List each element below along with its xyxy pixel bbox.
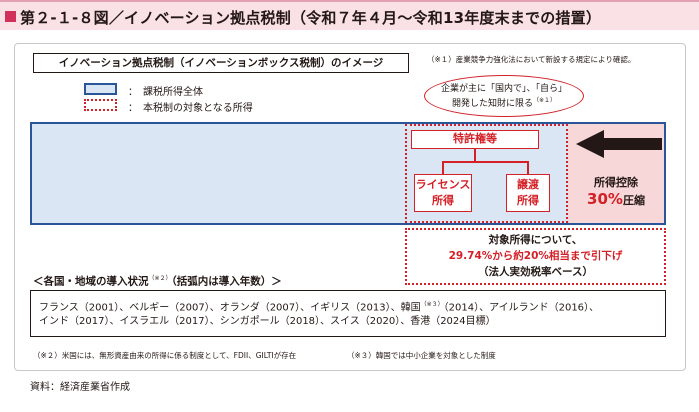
result-box: 対象所得について、 29.74%から約20%相当まで引下げ （法人実効税率ベース… (405, 228, 666, 285)
footnote-2: （※２）米国には、無形資産由来の所得に係る制度として、FDII、GILTIが存在 (33, 351, 297, 360)
page-title: 第２-１-８図／イノベーション拠点税制（令和７年４月〜令和13年度末までの措置） (20, 9, 602, 27)
result-line-3: （法人実効税率ベース） (478, 266, 593, 278)
connector-left (442, 161, 444, 174)
deduction-rate: 30%圧縮 (568, 189, 664, 208)
countries-line-2: インド（2017）、イスラエル（2017）、シンガポール（2018）、スイス（2… (39, 316, 496, 328)
license-line-1: ライセンス (415, 178, 471, 191)
countries-line-1-note: （※３） (420, 301, 444, 308)
legend-label-target-income: ： 本税制の対象となる所得 (128, 103, 253, 114)
title-bar: 第２-１-８図／イノベーション拠点税制（令和７年４月〜令和13年度末までの措置） (0, 0, 699, 30)
source-note: 資料：経済産業省作成 (30, 382, 130, 393)
condition-bubble: 企業が主に「国内で」、「自ら」 開発した知財に限る（※１） (424, 75, 584, 117)
connector-right (527, 161, 529, 174)
countries-heading-main: ＜各国・地域の導入状況 (33, 275, 149, 288)
note-1: （※１）産業競争力強化法において新設する規定により確認。 (427, 55, 636, 64)
legend-swatch-target-income (84, 99, 117, 111)
deduction-arrow-body (604, 138, 662, 150)
bubble-note-ref: （※１） (532, 97, 557, 104)
bubble-line-2: 開発した知財に限る (451, 99, 533, 109)
result-line-1: 対象所得について、 (488, 234, 583, 246)
license-line-2: 所得 (432, 194, 454, 207)
deduction-label: 所得控除 (594, 176, 638, 189)
bubble-line-1: 企業が主に「国内で」、「自ら」 (440, 84, 567, 94)
footnote-3: （※３）韓国では中小企業を対象とした制度 (347, 351, 496, 360)
transfer-line-1: 譲渡 (517, 178, 539, 191)
deduction-rate-suffix: 圧縮 (622, 194, 645, 207)
countries-box: フランス（2001）、ベルギー（2007）、オランダ（2007）、イギリス（20… (30, 290, 666, 337)
license-income-box: ライセンス 所得 (414, 174, 472, 212)
deduction-rate-value: 30% (587, 190, 623, 208)
transfer-line-2: 所得 (517, 194, 539, 207)
countries-line-1a: フランス（2001）、ベルギー（2007）、オランダ（2007）、イギリス（20… (39, 302, 421, 314)
countries-line-1: フランス（2001）、ベルギー（2007）、オランダ（2007）、イギリス（20… (39, 298, 657, 315)
result-line-2: 29.74%から約20%相当まで引下げ (448, 250, 623, 262)
legend-swatch-total-income (84, 83, 117, 95)
countries-heading-rest: （括弧内は導入年数）＞ (171, 275, 282, 288)
diagram-title: イノベーション拠点税制（イノベーションボックス税制）のイメージ (33, 53, 409, 73)
countries-heading: ＜各国・地域の導入状況（※２）（括弧内は導入年数）＞ (33, 273, 282, 289)
countries-heading-note: （※２） (148, 275, 172, 282)
countries-line-1b: （2014）、アイルランド（2016）、 (443, 302, 600, 314)
legend-label-total-income: ： 課税所得全体 (128, 87, 203, 98)
connector-horizontal (442, 161, 528, 163)
patent-box: 特許権等 (411, 130, 539, 149)
title-marker (5, 11, 16, 22)
transfer-income-box: 譲渡 所得 (506, 174, 550, 212)
deduction-arrow-head (576, 130, 604, 158)
